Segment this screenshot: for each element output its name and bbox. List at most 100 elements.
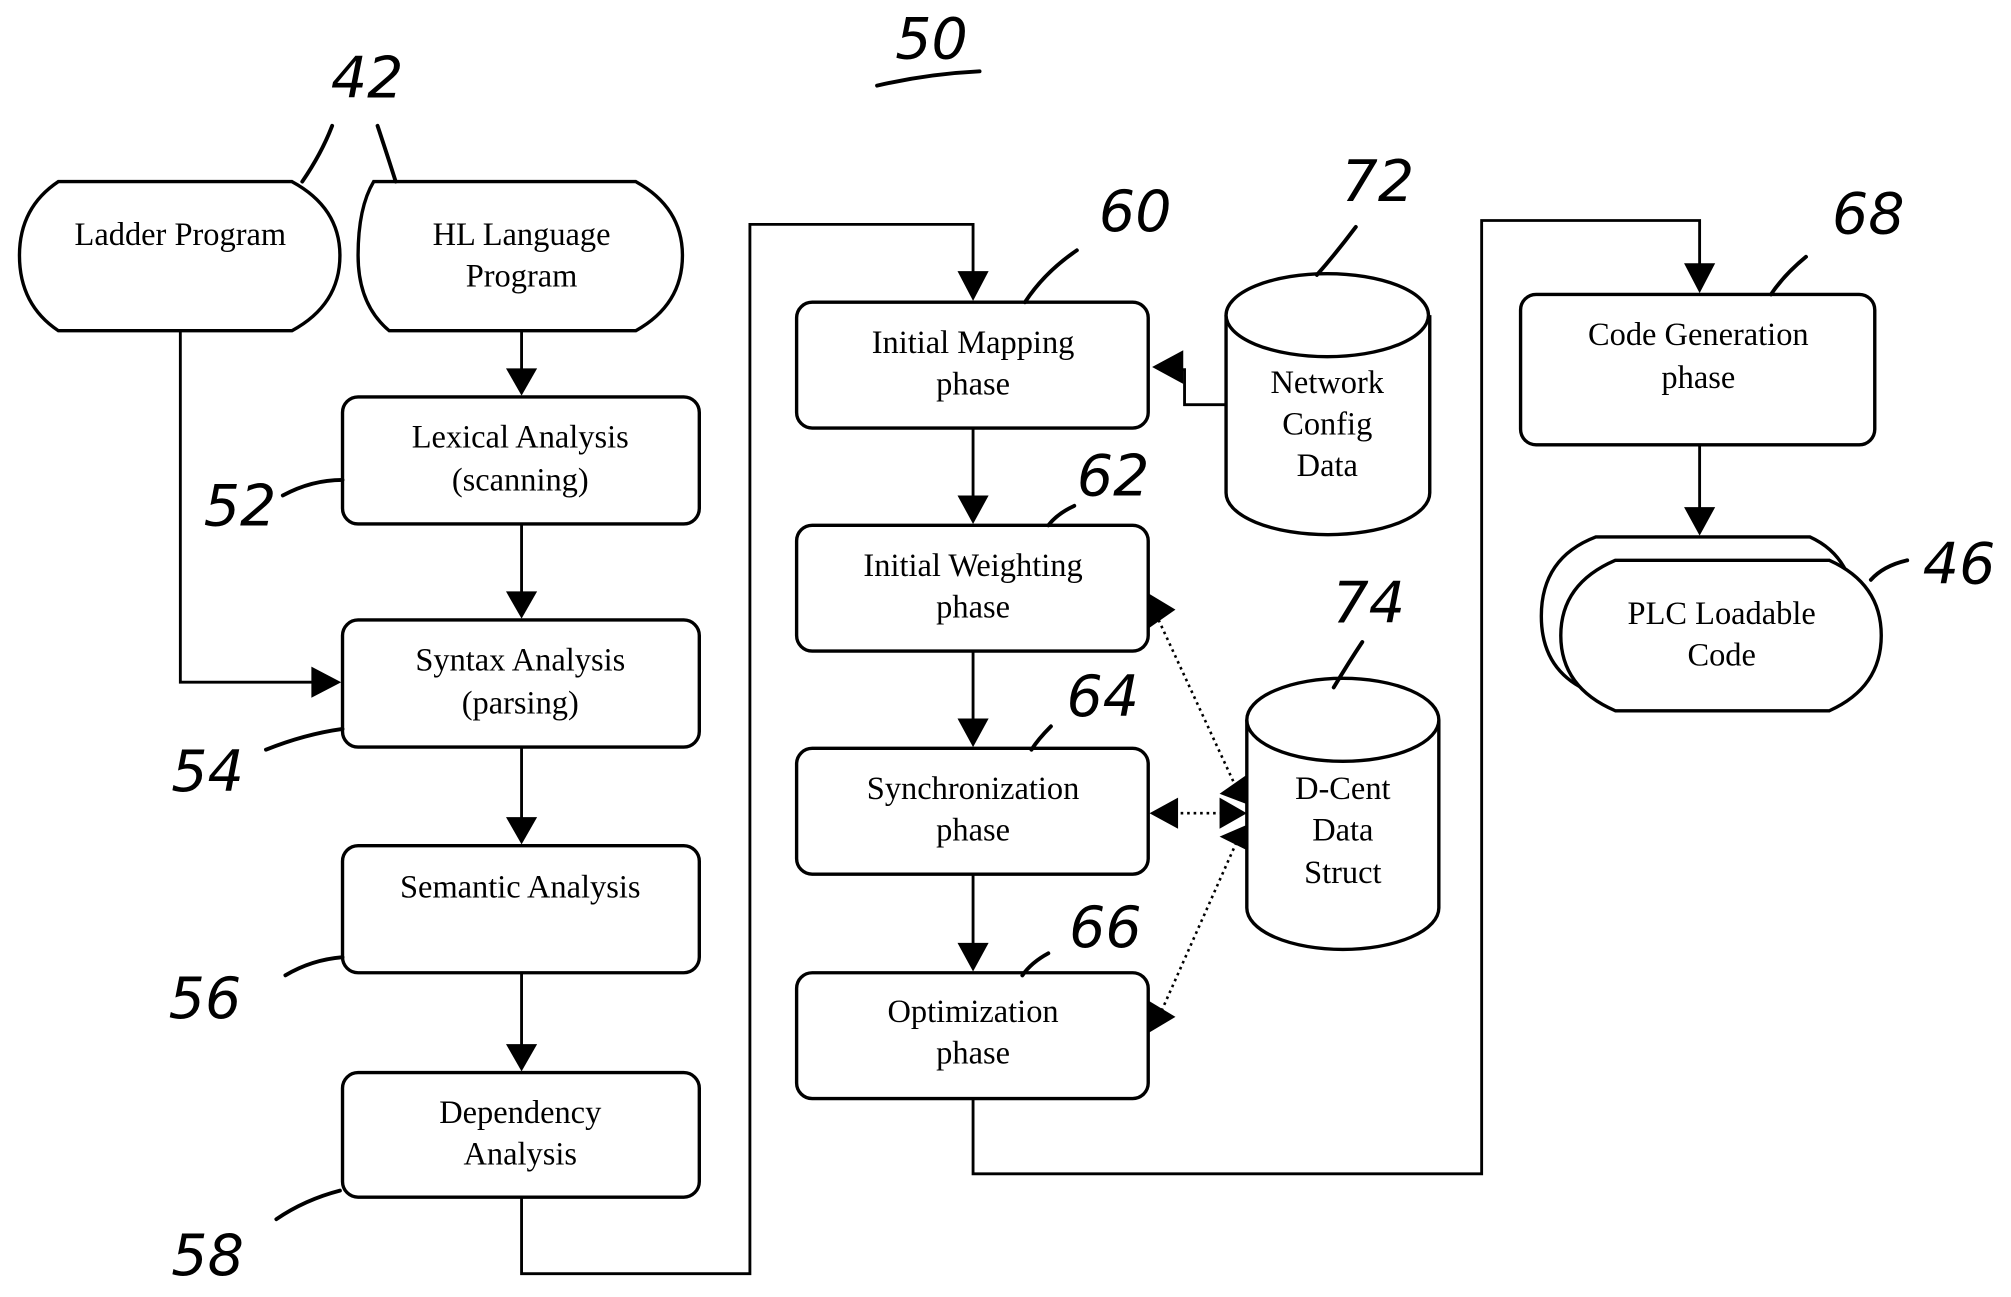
ref-label-74: 74 <box>1331 571 1405 690</box>
node-label: Semantic Analysis <box>400 870 640 906</box>
node-label: PLC Loadable <box>1628 596 1816 632</box>
svg-text:42: 42 <box>331 45 404 111</box>
arrowhead <box>1152 350 1184 384</box>
node-label: (scanning) <box>452 462 589 498</box>
node-lexical-analysis: Lexical Analysis (scanning) <box>340 395 701 526</box>
node-plc-loadable-code: PLC Loadable Code <box>1539 535 1883 713</box>
svg-text:46: 46 <box>1923 532 1996 598</box>
node-label: Network <box>1271 365 1385 401</box>
leader-line <box>1314 225 1358 277</box>
arrowhead <box>1219 824 1247 850</box>
node-network-config-data: Network Config Data <box>1224 271 1432 537</box>
node-label: (parsing) <box>462 685 579 721</box>
arrowhead <box>957 271 989 301</box>
node-ladder-program: Ladder Program <box>17 179 342 333</box>
node-label: Lexical Analysis <box>412 419 629 455</box>
node-label: phase <box>936 812 1010 848</box>
node-optimization: Optimization phase <box>794 971 1150 1101</box>
edge-dcent-weighting <box>1157 619 1241 795</box>
node-label: phase <box>936 1036 1010 1072</box>
compiler-flow-diagram: 50 Ladder Program HL Language Program 42… <box>17 6 1996 1289</box>
node-label: Dependency <box>439 1095 602 1131</box>
arrowhead <box>1149 1001 1176 1033</box>
node-label: D-Cent <box>1295 771 1390 807</box>
arrowhead <box>311 666 342 698</box>
arrowhead <box>957 942 989 972</box>
svg-text:62: 62 <box>1077 443 1150 509</box>
svg-text:74: 74 <box>1332 571 1405 637</box>
arrowhead <box>505 1044 538 1072</box>
svg-text:58: 58 <box>171 1223 244 1289</box>
arrowhead <box>1684 507 1716 536</box>
ref-label-56: 56 <box>169 955 345 1032</box>
svg-text:54: 54 <box>171 739 244 805</box>
node-label: Ladder Program <box>75 217 287 253</box>
svg-text:72: 72 <box>1342 149 1415 215</box>
ref-label-52: 52 <box>204 473 345 539</box>
figure-number: 50 <box>875 6 982 88</box>
svg-text:64: 64 <box>1066 664 1139 730</box>
edges-dcent-dotted <box>1149 594 1247 1033</box>
node-label: Data <box>1312 812 1373 848</box>
node-label: phase <box>936 366 1010 402</box>
node-label: Initial Weighting <box>863 548 1082 584</box>
node-label: Data <box>1297 448 1358 484</box>
node-initial-mapping: Initial Mapping phase <box>794 300 1150 430</box>
node-syntax-analysis: Syntax Analysis (parsing) <box>340 618 701 749</box>
arrowhead <box>1149 797 1179 829</box>
svg-text:52: 52 <box>204 473 277 539</box>
node-label: Optimization <box>888 994 1059 1030</box>
node-semantic-analysis: Semantic Analysis <box>340 843 701 975</box>
leader-line <box>280 477 345 498</box>
leader-line <box>1023 248 1079 305</box>
node-label: Code <box>1687 637 1755 673</box>
node-label: HL Language <box>433 217 611 253</box>
node-label: Config <box>1282 406 1372 442</box>
node-dcent-data-struct: D-Cent Data Struct <box>1245 676 1441 952</box>
node-hl-language-program: HL Language Program <box>356 179 685 333</box>
node-label: Analysis <box>464 1137 578 1173</box>
ref-label-46: 46 <box>1868 532 1996 598</box>
leader-line <box>274 1188 342 1222</box>
leader-line <box>1029 724 1053 752</box>
arrowhead <box>505 817 538 845</box>
svg-text:68: 68 <box>1832 181 1905 247</box>
ref-label-54: 54 <box>171 726 345 805</box>
arrowhead <box>505 591 538 619</box>
svg-text:56: 56 <box>169 966 242 1032</box>
node-label: Syntax Analysis <box>415 643 625 679</box>
leader-line <box>283 955 345 978</box>
ref-label-68: 68 <box>1769 181 1905 297</box>
arrowhead <box>505 368 538 396</box>
ref-label-72: 72 <box>1314 149 1415 277</box>
leader-line <box>264 726 345 752</box>
ref-label-64: 64 <box>1029 664 1139 752</box>
node-synchronization: Synchronization phase <box>794 746 1150 876</box>
leader-line <box>1868 558 1910 582</box>
node-label: Initial Mapping <box>872 325 1075 361</box>
arrowhead <box>1149 594 1176 628</box>
svg-text:66: 66 <box>1069 895 1142 961</box>
node-label: phase <box>1661 360 1735 396</box>
node-label: Code Generation <box>1588 317 1809 353</box>
node-label: phase <box>936 589 1010 625</box>
ref-label-66: 66 <box>1020 895 1142 978</box>
svg-text:60: 60 <box>1099 179 1172 245</box>
node-label: Struct <box>1304 855 1381 891</box>
leader-line <box>300 123 335 184</box>
leader-line <box>375 123 398 184</box>
arrowhead <box>957 718 989 748</box>
ref-label-62: 62 <box>1046 443 1150 528</box>
stack-front <box>1559 558 1883 713</box>
arrowhead <box>957 495 989 524</box>
ref-label-58: 58 <box>171 1188 342 1289</box>
node-code-generation: Code Generation phase <box>1518 292 1877 447</box>
ref-label-42: 42 <box>300 45 404 184</box>
node-dependency-analysis: Dependency Analysis <box>340 1070 701 1199</box>
node-label: Program <box>466 259 578 295</box>
node-initial-weighting: Initial Weighting phase <box>794 523 1150 653</box>
figure-number-underline <box>875 69 982 88</box>
edge-dcent-optimization <box>1160 836 1241 1013</box>
svg-text:50: 50 <box>895 6 968 72</box>
arrowhead <box>1684 263 1716 294</box>
